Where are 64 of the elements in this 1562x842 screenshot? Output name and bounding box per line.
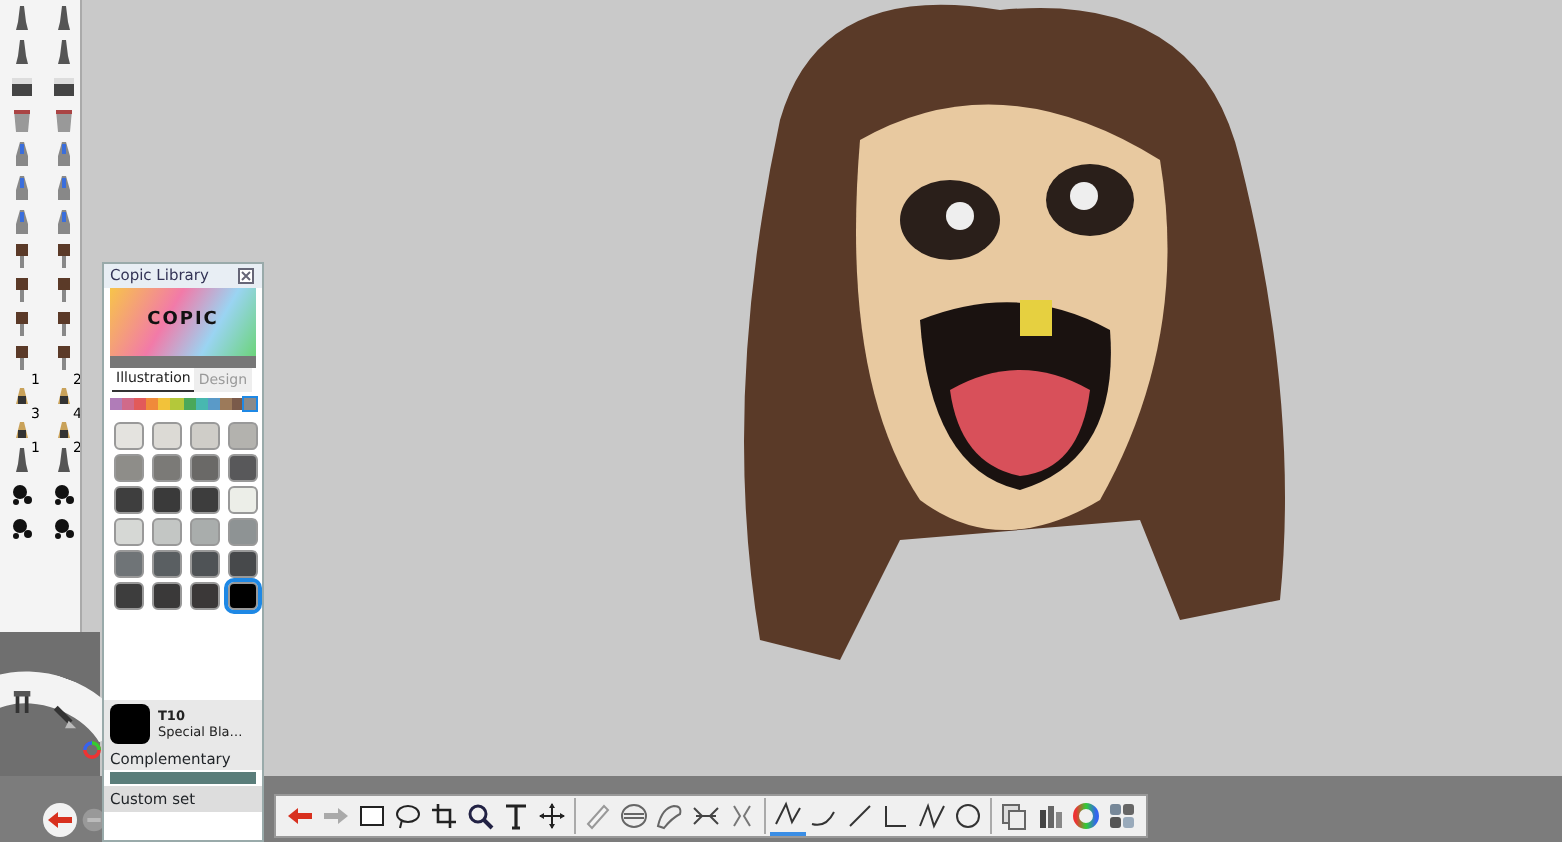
color-swatch[interactable] <box>190 422 220 450</box>
freehand-stroke-button[interactable] <box>770 796 806 836</box>
color-swatch[interactable] <box>228 486 258 514</box>
brush-icon[interactable] <box>52 704 78 730</box>
color-family-swatch[interactable] <box>110 398 123 410</box>
color-family-swatch[interactable] <box>158 398 171 410</box>
color-swatch[interactable] <box>228 582 258 610</box>
color-family-swatch[interactable] <box>146 398 159 410</box>
color-wheel-icon <box>1072 802 1100 830</box>
color-swatch[interactable] <box>190 518 220 546</box>
close-icon[interactable] <box>238 268 254 284</box>
color-family-swatch[interactable] <box>244 398 257 410</box>
color-swatch[interactable] <box>152 422 182 450</box>
tools-icon[interactable] <box>12 688 34 716</box>
ruler-icon <box>584 802 612 830</box>
move-icon <box>538 802 566 830</box>
crop-icon <box>430 802 458 830</box>
undo-button[interactable] <box>42 802 78 838</box>
line-icon <box>846 802 874 830</box>
color-family-swatch[interactable] <box>122 398 135 410</box>
color-swatch[interactable] <box>228 454 258 482</box>
color-swatch[interactable] <box>114 454 144 482</box>
color-swatch[interactable] <box>190 454 220 482</box>
color-swatch[interactable] <box>152 582 182 610</box>
redo-icon <box>322 802 350 830</box>
color-swatch[interactable] <box>114 582 144 610</box>
color-swatch[interactable] <box>228 550 258 578</box>
color-wheel-icon[interactable] <box>82 736 102 764</box>
color-swatch[interactable] <box>190 582 220 610</box>
color-family-swatch[interactable] <box>134 398 147 410</box>
color-swatch[interactable] <box>114 550 144 578</box>
color-swatch[interactable] <box>190 486 220 514</box>
polyline-icon <box>918 802 946 830</box>
splat-brush-icon[interactable] <box>9 513 33 541</box>
color-swatch[interactable] <box>114 422 144 450</box>
ellipse-icon <box>954 802 982 830</box>
symmetry-icon <box>692 802 720 830</box>
color-swatch[interactable] <box>228 518 258 546</box>
color-swatch[interactable] <box>228 422 258 450</box>
layers-icon <box>1000 802 1028 830</box>
swatches-icon <box>1108 802 1136 830</box>
freehand-stroke-icon <box>774 800 802 828</box>
undo-icon <box>286 802 314 830</box>
bucket-brush-icon[interactable] <box>51 105 75 133</box>
ellipse-guide-icon <box>620 802 648 830</box>
splat-brush-icon[interactable] <box>51 479 75 507</box>
rectangle-select-icon <box>358 802 386 830</box>
lasso-icon <box>394 802 422 830</box>
color-swatch[interactable] <box>152 550 182 578</box>
color-swatch[interactable] <box>152 486 182 514</box>
curve-guide-icon <box>656 802 684 830</box>
color-family-swatch[interactable] <box>170 398 184 410</box>
splat-brush-icon[interactable] <box>9 479 33 507</box>
copic-logo: COPIC <box>110 288 256 356</box>
symmetry-vertical-icon <box>728 802 756 830</box>
color-swatch[interactable] <box>114 518 144 546</box>
zoom-icon <box>466 802 494 830</box>
splat-brush-icon[interactable] <box>51 513 75 541</box>
bucket-brush-icon[interactable] <box>9 105 33 133</box>
text-tool-icon <box>502 802 530 830</box>
color-swatch[interactable] <box>190 550 220 578</box>
color-swatch[interactable] <box>152 518 182 546</box>
color-swatch[interactable] <box>152 454 182 482</box>
color-swatch[interactable] <box>114 486 144 514</box>
